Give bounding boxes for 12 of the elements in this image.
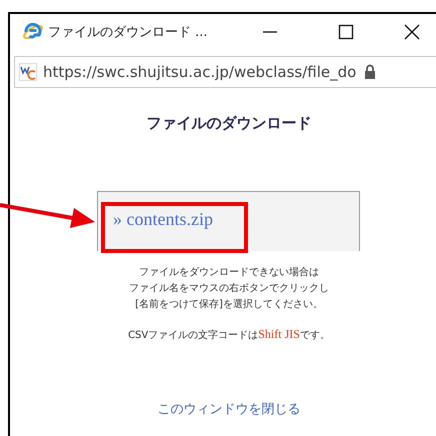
- lock-icon: [364, 64, 376, 80]
- url-text: https://swc.shujitsu.ac.jp/webclass/file_do: [43, 63, 356, 81]
- window-title: ファイルのダウンロード ...: [48, 24, 208, 41]
- close-icon[interactable]: [404, 24, 420, 40]
- page-heading: ファイルのダウンロード: [146, 114, 312, 133]
- close-window-link[interactable]: このウィンドウを閉じる: [158, 400, 300, 418]
- file-link[interactable]: » contents.zip: [113, 209, 213, 229]
- maximize-icon[interactable]: [338, 24, 354, 40]
- notice-text: ファイルをダウンロードできない場合は ファイル名をマウスの右ボタンでクリックし [名前をつけて保存]を選択してください。: [129, 266, 329, 312]
- address-bar[interactable]: https://swc.shujitsu.ac.jp/webclass/file_do: [14, 56, 436, 88]
- site-logo-icon: [19, 63, 37, 81]
- encoding-note: CSVファイルの文字コードはShift JISです。: [128, 327, 330, 342]
